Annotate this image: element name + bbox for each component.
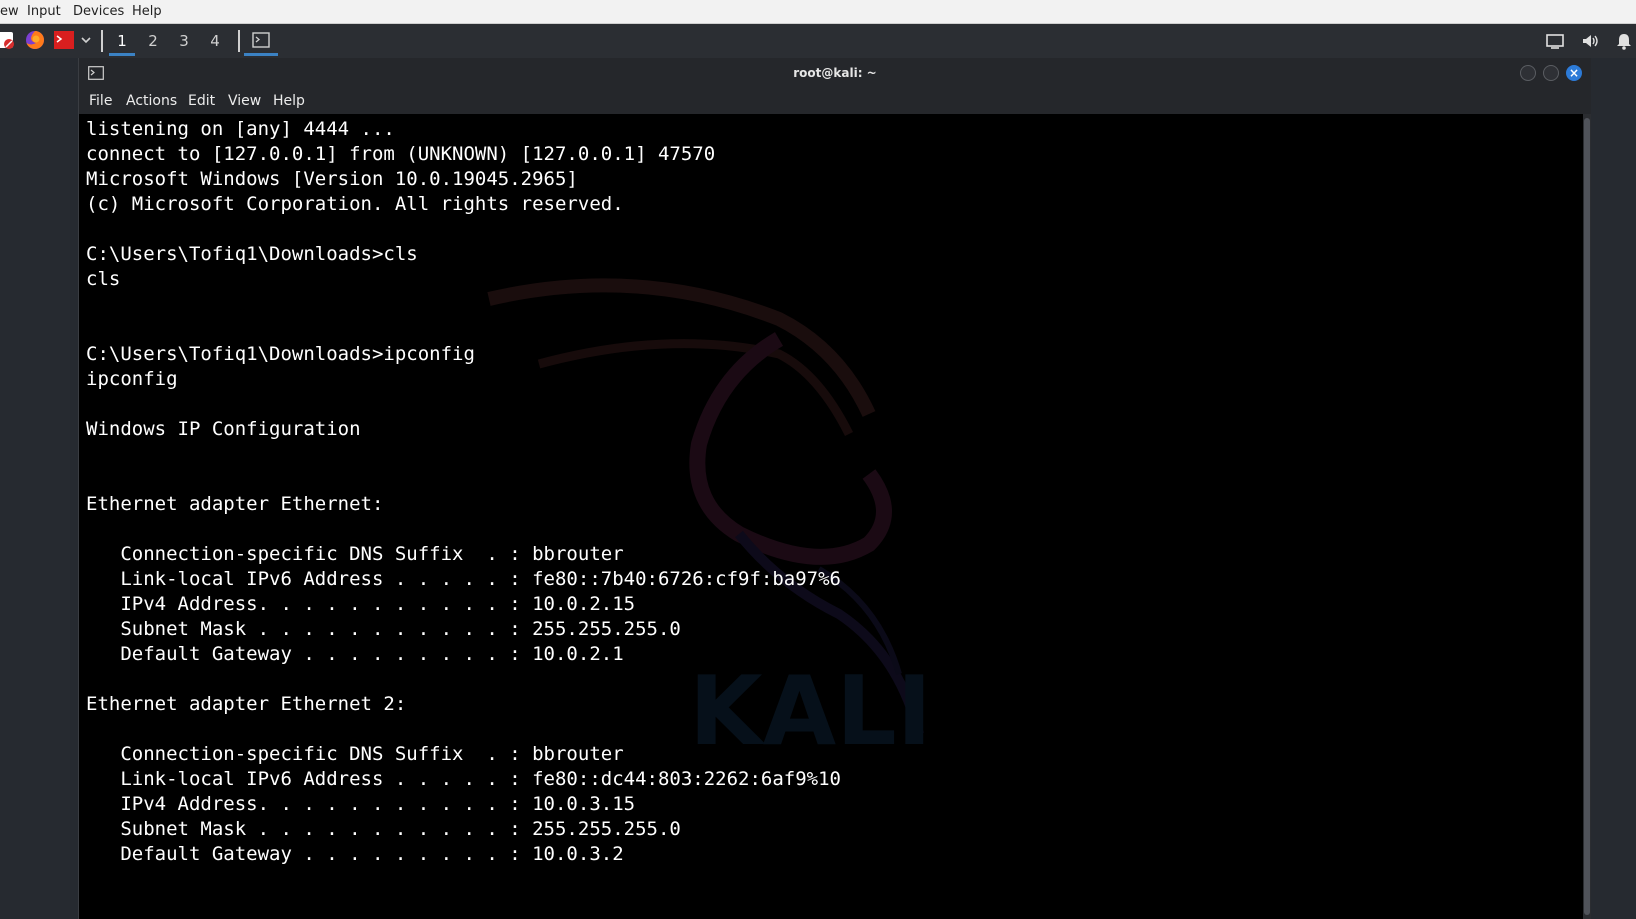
terminal-line: Default Gateway . . . . . . . . . : 10.0… <box>86 643 624 665</box>
terminal-line: (c) Microsoft Corporation. All rights re… <box>86 193 624 215</box>
terminal-output-area[interactable]: KALI listening on [any] 4444 ... connect … <box>79 114 1583 919</box>
terminal-window: root@kali: ~ × File Actions Edit View He… <box>78 58 1591 919</box>
host-menu-view[interactable]: ew <box>0 0 19 23</box>
desktop-background <box>0 58 78 919</box>
terminal-line: IPv4 Address. . . . . . . . . . . : 10.0… <box>86 793 636 815</box>
volume-icon[interactable] <box>1580 31 1600 51</box>
host-menu-bar: ew Input Devices Help <box>0 0 1636 24</box>
app-menu-icon[interactable] <box>0 29 16 51</box>
menu-file[interactable]: File <box>89 88 112 114</box>
terminal-window-icon <box>252 32 270 48</box>
terminal-line: listening on [any] 4444 ... <box>86 118 395 140</box>
terminal-text: listening on [any] 4444 ... connect to [1… <box>86 117 841 867</box>
window-titlebar[interactable]: root@kali: ~ × <box>79 58 1591 88</box>
panel-separator <box>238 30 240 52</box>
terminal-line: C:\Users\Tofiq1\Downloads>cls <box>86 243 418 265</box>
host-menu-help[interactable]: Help <box>132 0 162 23</box>
display-icon[interactable] <box>1545 31 1565 51</box>
notification-bell-icon[interactable] <box>1614 31 1634 51</box>
terminal-line: Link-local IPv6 Address . . . . . : fe80… <box>86 568 841 590</box>
terminal-line: Ethernet adapter Ethernet: <box>86 493 384 515</box>
workspace-4[interactable]: 4 <box>202 29 228 53</box>
terminal-line: Microsoft Windows [Version 10.0.19045.29… <box>86 168 578 190</box>
terminal-scrollbar[interactable] <box>1583 114 1591 919</box>
terminal-line: connect to [127.0.0.1] from (UNKNOWN) [1… <box>86 143 716 165</box>
terminal-line: C:\Users\Tofiq1\Downloads>ipconfig <box>86 343 475 365</box>
workspace-3[interactable]: 3 <box>171 29 197 53</box>
window-title: root@kali: ~ <box>793 66 877 80</box>
terminal-line: Connection-specific DNS Suffix . : bbrou… <box>86 743 624 765</box>
top-panel: 1 2 3 4 <box>0 24 1636 58</box>
menu-view[interactable]: View <box>228 88 261 114</box>
workspace-1[interactable]: 1 <box>109 29 135 56</box>
terminal-line: Link-local IPv6 Address . . . . . : fe80… <box>86 768 841 790</box>
close-icon: × <box>1568 66 1580 80</box>
terminal-line: ipconfig <box>86 368 178 390</box>
menu-edit[interactable]: Edit <box>188 88 215 114</box>
terminal-line: cls <box>86 268 121 290</box>
menu-actions[interactable]: Actions <box>126 88 177 114</box>
terminal-line: Subnet Mask . . . . . . . . . . . : 255.… <box>86 618 681 640</box>
terminal-line: Default Gateway . . . . . . . . . : 10.0… <box>86 843 624 865</box>
terminal-line: Windows IP Configuration <box>86 418 361 440</box>
host-menu-input[interactable]: Input <box>27 0 61 23</box>
scrollbar-thumb[interactable] <box>1584 118 1590 915</box>
terminal-line: Ethernet adapter Ethernet 2: <box>86 693 407 715</box>
terminal-line: Subnet Mask . . . . . . . . . . . : 255.… <box>86 818 681 840</box>
terminal-line: IPv4 Address. . . . . . . . . . . : 10.0… <box>86 593 636 615</box>
terminal-line: Connection-specific DNS Suffix . : bbrou… <box>86 543 624 565</box>
host-menu-devices[interactable]: Devices <box>73 0 124 23</box>
desktop-background <box>1590 58 1636 919</box>
minimize-button[interactable] <box>1520 65 1536 81</box>
close-button[interactable]: × <box>1566 65 1582 81</box>
terminal-launcher-icon[interactable] <box>53 29 75 51</box>
terminal-menu-bar: File Actions Edit View Help <box>79 88 1591 114</box>
chevron-down-icon[interactable] <box>79 29 93 51</box>
menu-help[interactable]: Help <box>273 88 305 114</box>
workspace-2[interactable]: 2 <box>140 29 166 53</box>
maximize-button[interactable] <box>1543 65 1559 81</box>
taskbar-terminal-button[interactable] <box>244 29 278 56</box>
firefox-icon[interactable] <box>24 29 46 51</box>
panel-separator <box>101 30 103 52</box>
